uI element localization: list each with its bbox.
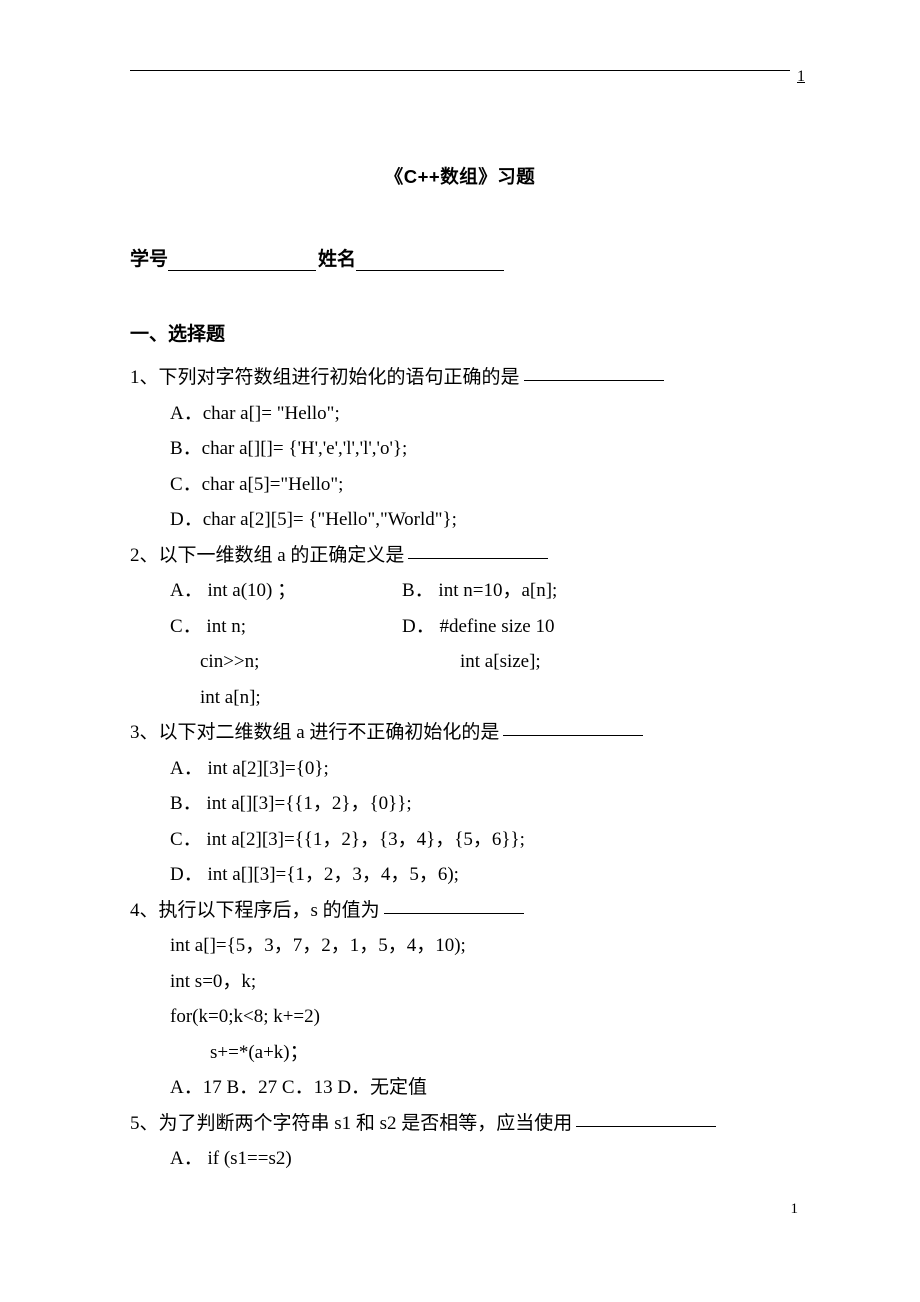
student-name-label: 姓名 (318, 249, 356, 270)
q1-option-a: A．char a[]= "Hello"; (170, 396, 790, 432)
q2-row4: int a[n]; (200, 680, 790, 716)
q2-row2: C． int n; D． #define size 10 (170, 609, 790, 645)
q3-option-b: B． int a[][3]={{1，2}，{0}}; (170, 786, 790, 822)
student-id-blank (168, 251, 316, 271)
q2-option-c: C． int n; (170, 609, 402, 645)
student-id-label: 学号 (130, 249, 168, 270)
q1-option-d: D．char a[2][5]= {"Hello","World"}; (170, 502, 790, 538)
q2-blank (408, 542, 548, 559)
header-page-mark: 1 (797, 68, 805, 86)
q2-row1: A． int a(10) ； B． int n=10，a[n]; (170, 573, 790, 609)
q5-option-a: A． if (s1==s2) (170, 1141, 790, 1177)
q1-blank (524, 364, 664, 381)
q2-row3: cin>>n; int a[size]; (200, 644, 790, 680)
q4-code-3: for(k=0;k<8; k+=2) (170, 999, 790, 1035)
q2-d-line2: int a[size]; (402, 644, 790, 680)
q1-option-b: B．char a[][]= {'H','e','l','l','o'}; (170, 431, 790, 467)
q5-stem: 5、为了判断两个字符串 s1 和 s2 是否相等，应当使用 (130, 1106, 790, 1142)
q2-option-b: B． int n=10，a[n]; (402, 573, 790, 609)
q4-code-2: int s=0，k; (170, 964, 790, 1000)
student-name-blank (356, 251, 504, 271)
q4-options: A．17 B．27 C．13 D．无定值 (170, 1070, 790, 1106)
q2-option-a: A． int a(10) ； (170, 573, 402, 609)
header-rule (130, 70, 790, 71)
q2-option-d: D． #define size 10 (402, 609, 790, 645)
q4-code-4: s+=*(a+k)； (210, 1035, 790, 1071)
doc-title: 《C++数组》习题 (130, 163, 790, 189)
q3-option-a: A． int a[2][3]={0}; (170, 751, 790, 787)
q3-option-d: D． int a[][3]={1，2，3，4，5，6); (170, 857, 790, 893)
q3-stem: 3、以下对二维数组 a 进行不正确初始化的是 (130, 715, 790, 751)
q2-c-line2: cin>>n; (200, 644, 402, 680)
section-1-heading: 一、选择题 (130, 319, 790, 346)
q3-option-c: C． int a[2][3]={{1，2}，{3，4}，{5，6}}; (170, 822, 790, 858)
page: 1 《C++数组》习题 学号 姓名 一、选择题 1、下列对字符数组进行初始化的语句… (0, 0, 920, 1237)
q2-stem: 2、以下一维数组 a 的正确定义是 (130, 538, 790, 574)
q1-stem: 1、下列对字符数组进行初始化的语句正确的是 (130, 360, 790, 396)
q4-code-1: int a[]={5，3，7，2，1，5，4，10); (170, 928, 790, 964)
footer-page-num: 1 (791, 1201, 799, 1218)
q3-blank (503, 719, 643, 736)
q5-blank (576, 1110, 716, 1127)
q4-blank (384, 897, 524, 914)
q4-stem: 4、执行以下程序后，s 的值为 (130, 893, 790, 929)
student-info-line: 学号 姓名 (130, 244, 790, 271)
q1-option-c: C．char a[5]="Hello"; (170, 467, 790, 503)
